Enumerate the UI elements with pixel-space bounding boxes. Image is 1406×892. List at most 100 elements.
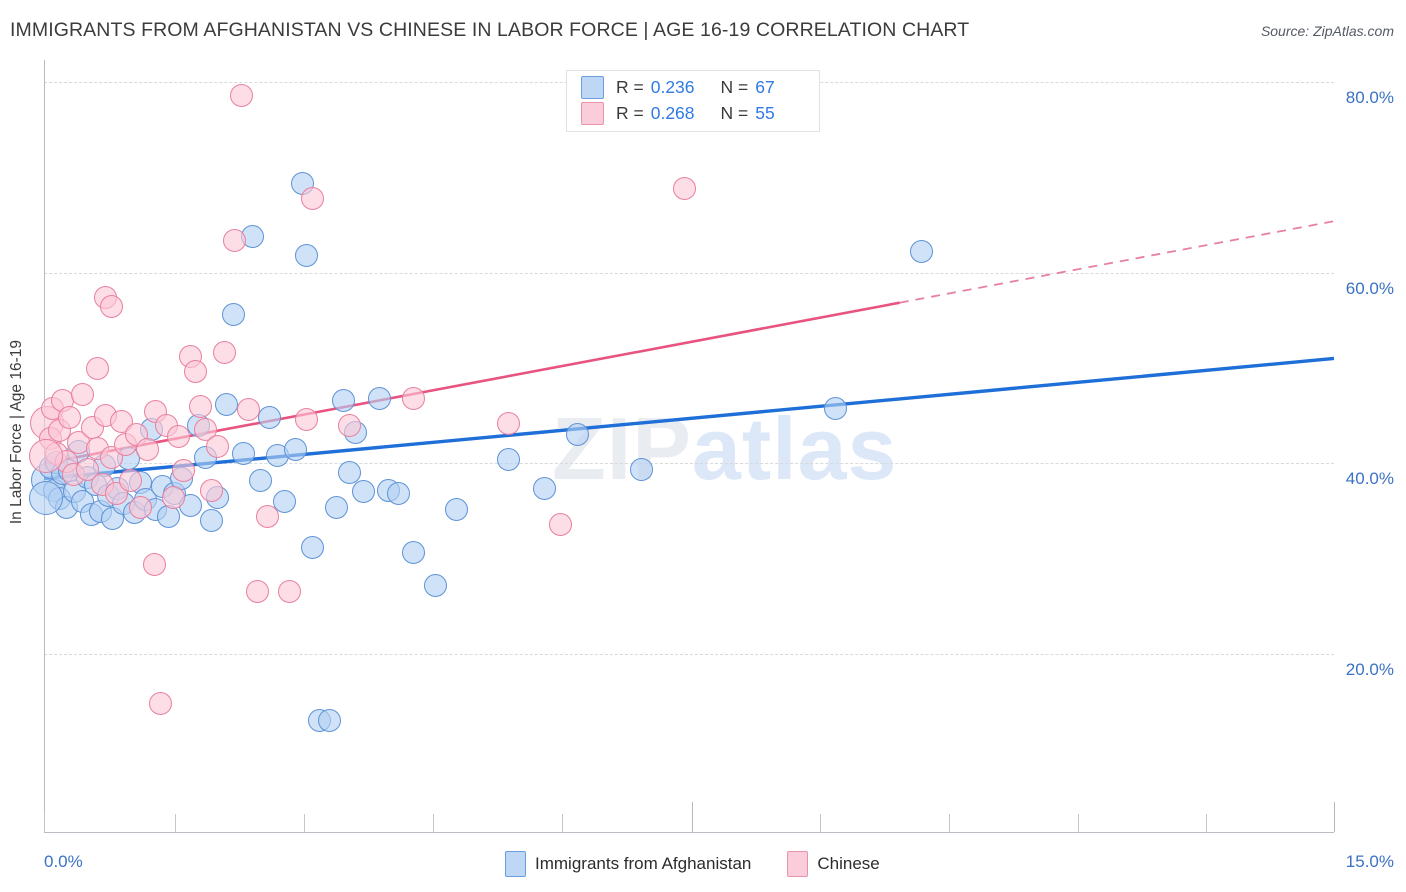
scatter-point xyxy=(630,457,654,481)
scatter-point xyxy=(189,394,213,418)
scatter-point xyxy=(237,398,261,422)
scatter-point xyxy=(496,411,520,435)
scatter-point xyxy=(324,495,348,519)
scatter-point xyxy=(245,579,269,603)
legend-pink-swatch-icon[interactable] xyxy=(787,851,809,877)
scatter-point xyxy=(157,505,181,529)
blue-series-swatch-icon xyxy=(581,75,604,99)
scatter-point xyxy=(249,468,273,492)
scatter-point xyxy=(221,303,245,327)
blue-n-value: 67 xyxy=(755,76,775,97)
scatter-point xyxy=(142,552,166,576)
source-attribution: Source: ZipAtlas.com xyxy=(1260,23,1394,39)
scatter-point xyxy=(118,468,142,492)
x-tick-9 xyxy=(1206,814,1207,832)
scatter-point xyxy=(58,406,82,430)
scatter-point xyxy=(257,406,281,430)
correlation-stats-box: R = 0.236 N = 67 R = 0.268 N = 55 xyxy=(566,70,820,132)
scatter-point xyxy=(352,480,376,504)
x-tick-0 xyxy=(44,814,45,832)
scatter-point xyxy=(337,413,361,437)
scatter-point xyxy=(402,541,426,565)
page-title: IMMIGRANTS FROM AFGHANISTAN VS CHINESE I… xyxy=(10,19,970,41)
scatter-point xyxy=(277,579,301,603)
scatter-point xyxy=(183,360,207,384)
x-axis-line xyxy=(44,832,1334,833)
gridline-60 xyxy=(44,273,1334,274)
scatter-point xyxy=(318,709,342,733)
pink-r-value: 0.268 xyxy=(650,102,695,123)
scatter-point xyxy=(71,383,95,407)
scatter-point xyxy=(565,423,589,447)
scatter-point xyxy=(161,486,185,510)
y-tick-label-80: 80.0% xyxy=(1345,88,1394,107)
scatter-point xyxy=(673,177,697,201)
scatter-point xyxy=(99,295,123,319)
scatter-point xyxy=(214,392,238,416)
scatter-point xyxy=(331,388,355,412)
scatter-point xyxy=(232,442,256,466)
scatter-point xyxy=(294,407,318,431)
legend-blue-swatch-icon[interactable] xyxy=(505,851,526,877)
scatter-point xyxy=(909,240,933,264)
scatter-point xyxy=(823,396,847,420)
x-tick-5 xyxy=(692,802,693,832)
pink-series-swatch-icon xyxy=(581,101,604,125)
blue-n-label: N = xyxy=(720,76,749,97)
pink-trendline-dashed xyxy=(899,220,1335,304)
scatter-point xyxy=(223,228,247,252)
watermark-zip: ZIP xyxy=(552,399,692,498)
scatter-point xyxy=(128,495,152,519)
scatter-point xyxy=(166,425,190,449)
x-tick-7 xyxy=(949,814,950,832)
scatter-point xyxy=(386,482,410,506)
stats-row-blue: R = 0.236 N = 67 xyxy=(581,74,775,100)
scatter-point xyxy=(28,438,63,473)
y-axis-title: In Labor Force | Age 16-19 xyxy=(8,340,25,525)
y-tick-label-40: 40.0% xyxy=(1345,469,1394,488)
scatter-point xyxy=(213,341,237,365)
legend-blue-label[interactable]: Immigrants from Afghanistan xyxy=(535,854,751,874)
x-axis-min-label: 0.0% xyxy=(44,852,83,871)
scatter-point xyxy=(206,434,230,458)
scatter-point xyxy=(402,387,426,410)
scatter-point xyxy=(283,438,307,462)
blue-r-value: 0.236 xyxy=(650,76,695,97)
scatter-point xyxy=(548,512,572,536)
x-tick-3 xyxy=(433,814,434,832)
x-tick-1 xyxy=(175,814,176,832)
pink-n-label: N = xyxy=(720,102,749,123)
blue-r-label: R = xyxy=(616,76,644,97)
pink-n-value: 55 xyxy=(755,102,775,123)
x-tick-4 xyxy=(562,814,563,832)
x-tick-8 xyxy=(1078,814,1079,832)
y-tick-label-20: 20.0% xyxy=(1345,660,1394,679)
gridline-20 xyxy=(44,654,1334,655)
stats-row-pink: R = 0.268 N = 55 xyxy=(581,100,775,126)
scatter-point xyxy=(135,438,159,462)
pink-r-label: R = xyxy=(616,102,644,123)
scatter-point xyxy=(300,186,324,210)
scatter-point xyxy=(445,497,469,521)
scatter-point xyxy=(367,387,391,410)
scatter-point xyxy=(423,573,447,597)
series-legend: Immigrants from Afghanistan Chinese xyxy=(505,851,880,877)
scatter-point xyxy=(300,535,324,559)
watermark-atlas: atlas xyxy=(691,399,898,498)
legend-pink-label[interactable]: Chinese xyxy=(817,854,879,874)
x-tick-10 xyxy=(1334,802,1335,832)
scatter-point xyxy=(230,83,254,107)
scatter-point xyxy=(496,448,520,472)
scatter-point xyxy=(200,509,224,533)
scatter-point xyxy=(28,480,63,515)
y-tick-label-60: 60.0% xyxy=(1345,279,1394,298)
x-axis-max-label: 15.0% xyxy=(1345,852,1394,871)
scatter-point xyxy=(200,478,224,502)
scatter-point xyxy=(533,476,557,500)
scatter-point xyxy=(256,505,280,529)
scatter-point xyxy=(85,356,109,380)
scatter-point xyxy=(294,244,318,267)
x-tick-2 xyxy=(304,814,305,832)
x-tick-6 xyxy=(820,814,821,832)
scatter-point xyxy=(148,692,172,716)
